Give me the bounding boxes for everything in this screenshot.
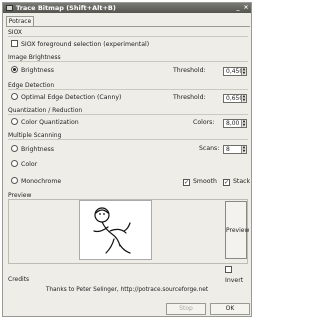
multiscan-color-radio[interactable] [11, 160, 18, 167]
preview-image [79, 200, 152, 260]
invert-label: Invert [225, 277, 244, 284]
spinner-arrows-icon[interactable]: ▲ ▼ [241, 119, 246, 127]
multiscan-brightness-row[interactable]: Brightness [11, 145, 54, 155]
traced-figure-sketch [93, 207, 131, 254]
quantization-separator [8, 114, 248, 115]
scans-value: 8 [226, 146, 230, 153]
colors-spinner[interactable]: 8,00 ▲ ▼ [223, 119, 247, 128]
edge-radio-row[interactable]: Optimal Edge Detection (Canny) [11, 93, 121, 103]
spinner-arrows-icon[interactable]: ▲ ▼ [241, 94, 246, 102]
smooth-label: Smooth [193, 178, 217, 185]
minimize-icon[interactable]: _ [235, 5, 241, 11]
edge-threshold-label: Threshold: [173, 94, 206, 101]
stop-button[interactable]: Stop [166, 303, 206, 315]
siox-checkbox-row[interactable]: SIOX foreground selection (experimental) [11, 40, 149, 50]
scans-spinner[interactable]: 8 ▲ ▼ [223, 145, 247, 154]
edge-separator [8, 89, 248, 90]
preview-button[interactable]: Preview [225, 201, 249, 259]
siox-checkbox[interactable] [11, 40, 18, 47]
multiscan-color-label: Color [21, 161, 38, 168]
multiscan-monochrome-label: Monochrome [21, 178, 62, 185]
colors-value: 8,00 [226, 120, 240, 127]
multiscan-brightness-label: Brightness [21, 146, 54, 153]
siox-separator [8, 36, 248, 37]
multiscan-monochrome-row[interactable]: Monochrome [11, 177, 61, 187]
multiscan-color-row[interactable]: Color [11, 160, 37, 170]
quantization-radio-row[interactable]: Color Quantization [11, 118, 79, 128]
quantization-group-label: Quantization / Reduction [8, 107, 83, 114]
stack-label: Stack [233, 178, 251, 185]
brightness-group-label: Image Brightness [8, 54, 61, 61]
tab-divider [6, 26, 250, 27]
window-title: Trace Bitmap (Shift+Alt+B) [16, 4, 116, 12]
tab-potrace[interactable]: Potrace [6, 16, 34, 26]
multiscan-separator [8, 139, 248, 140]
trace-bitmap-dialog: Trace Bitmap (Shift+Alt+B) _ × Potrace S… [2, 2, 252, 317]
preview-group-label: Preview [8, 192, 32, 199]
edge-radio[interactable] [11, 93, 18, 100]
credits-group-label: Credits [8, 276, 30, 283]
multiscan-monochrome-radio[interactable] [11, 177, 18, 184]
close-icon[interactable]: × [243, 5, 249, 11]
edge-group-label: Edge Detection [8, 82, 55, 89]
quantization-radio-label: Color Quantization [21, 119, 79, 126]
invert-checkbox[interactable] [225, 266, 232, 273]
smooth-checkbox[interactable]: ✓ [183, 179, 190, 186]
stack-checkbox-row[interactable]: ✓ Stack [223, 177, 250, 187]
quantization-radio[interactable] [11, 118, 18, 125]
smooth-checkbox-row[interactable]: ✓ Smooth [183, 177, 217, 187]
ok-button[interactable]: OK [210, 303, 250, 315]
siox-checkbox-label: SIOX foreground selection (experimental) [21, 41, 150, 48]
brightness-threshold-label: Threshold: [173, 67, 206, 74]
app-icon [6, 5, 13, 11]
spinner-arrows-icon[interactable]: ▲ ▼ [241, 145, 246, 153]
multiscan-brightness-radio[interactable] [11, 145, 18, 152]
credits-text: Thanks to Peter Selinger, http://potrace… [45, 287, 209, 293]
scans-label: Scans: [199, 145, 220, 152]
brightness-threshold-spinner[interactable]: 0,450 ▲ ▼ [223, 67, 247, 76]
brightness-separator [8, 61, 248, 62]
brightness-radio-row[interactable]: Brightness [11, 66, 54, 76]
brightness-radio-label: Brightness [21, 67, 54, 74]
stack-checkbox[interactable]: ✓ [223, 179, 230, 186]
spinner-arrows-icon[interactable]: ▲ ▼ [241, 67, 246, 75]
brightness-radio[interactable] [11, 66, 18, 73]
invert-checkbox-row[interactable]: Invert [225, 266, 251, 284]
siox-group-label: SIOX [8, 29, 23, 36]
colors-label: Colors: [193, 119, 215, 126]
edge-radio-label: Optimal Edge Detection (Canny) [21, 94, 122, 101]
title-bar[interactable]: Trace Bitmap (Shift+Alt+B) _ × [3, 3, 251, 13]
edge-threshold-spinner[interactable]: 0,650 ▲ ▼ [223, 94, 247, 103]
multiscan-group-label: Multiple Scanning [8, 132, 62, 139]
